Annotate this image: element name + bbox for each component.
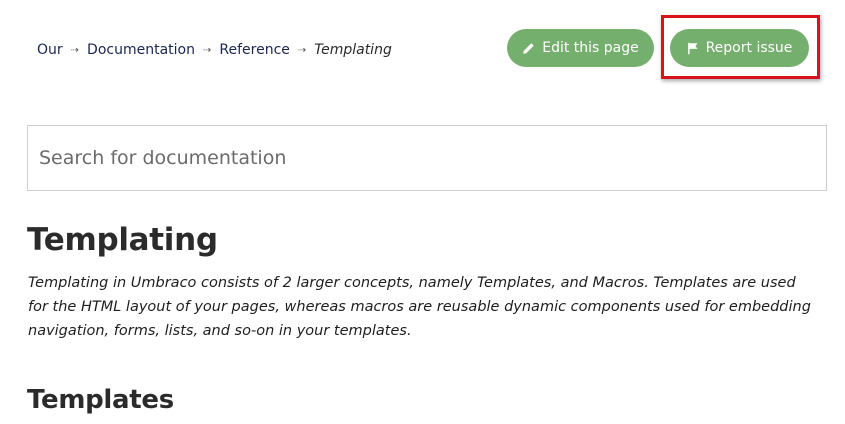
breadcrumb-item-our[interactable]: Our bbox=[37, 42, 63, 58]
breadcrumb-item-reference[interactable]: Reference bbox=[219, 42, 290, 58]
breadcrumb: Our ⇢ Documentation ⇢ Reference ⇢ Templa… bbox=[37, 42, 392, 58]
section-heading-templates: Templates bbox=[27, 385, 174, 415]
breadcrumb-separator: ⇢ bbox=[70, 44, 80, 56]
breadcrumb-separator: ⇢ bbox=[297, 44, 307, 56]
pencil-icon bbox=[523, 42, 535, 54]
breadcrumb-separator: ⇢ bbox=[202, 44, 212, 56]
page-title: Templating bbox=[27, 222, 218, 258]
highlight-annotation-box bbox=[661, 15, 820, 79]
edit-page-label: Edit this page bbox=[542, 40, 639, 56]
documentation-page: Our ⇢ Documentation ⇢ Reference ⇢ Templa… bbox=[0, 0, 845, 424]
breadcrumb-current: Templating bbox=[314, 42, 392, 58]
breadcrumb-item-documentation[interactable]: Documentation bbox=[87, 42, 195, 58]
search-input[interactable] bbox=[27, 125, 827, 191]
edit-page-button[interactable]: Edit this page bbox=[507, 29, 654, 67]
intro-paragraph: Templating in Umbraco consists of 2 larg… bbox=[28, 275, 811, 339]
